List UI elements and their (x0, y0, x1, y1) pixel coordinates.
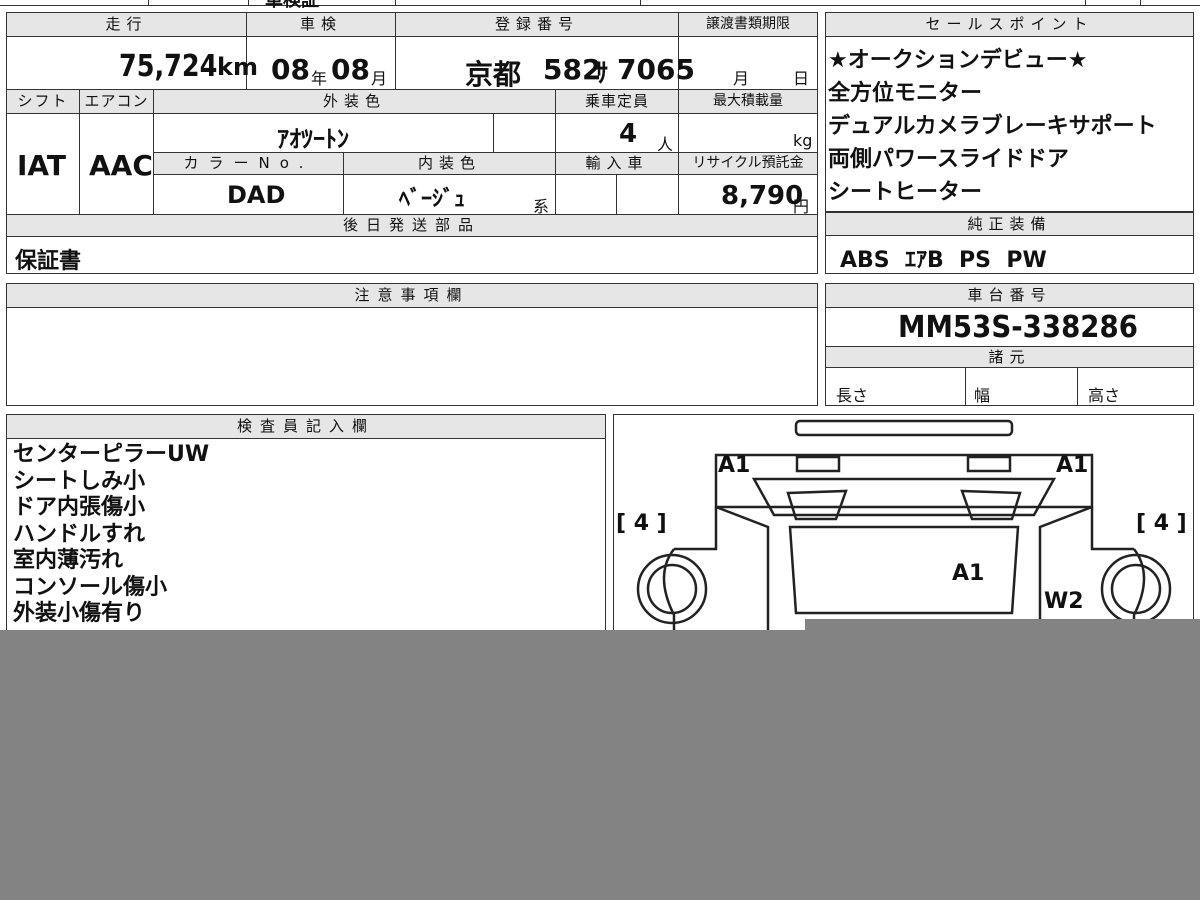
top-strip-text: 車検証 (265, 0, 319, 11)
mark-right-side: W2 (1044, 589, 1084, 614)
sales-point-item: デュアルカメラブレーキサポート (828, 114, 1157, 139)
transfer-month-unit: 月 (733, 69, 750, 88)
mark-tire-right: [ 4 ] (1136, 511, 1187, 536)
genuine-equipment-value: ABS ｴｱB PS PW (840, 248, 1047, 273)
capacity-value: 4 (619, 119, 638, 149)
recycle-fee-label: リサイクル預託金 (679, 153, 817, 175)
aircon-value: AAC (89, 149, 153, 182)
sales-points-label: セールスポイント (826, 13, 1193, 37)
registration-region: 京都 (465, 58, 522, 91)
later-parts-label: 後日発送部品 (7, 215, 817, 237)
mileage-value: 75,724 (119, 49, 218, 84)
main-table: 走行 車検 登録番号 譲渡書類期限 75,724 km 08 年 08 月 京都… (6, 12, 818, 274)
sales-points-box: セールスポイント ★オークションデビュー★ 全方位モニター デュアルカメラブレー… (825, 12, 1194, 212)
notes-label: 注意事項欄 (7, 284, 817, 308)
inspection-year-unit: 年 (311, 69, 328, 88)
mark-front-left: A1 (718, 453, 751, 478)
specs-label: 諸元 (826, 346, 1193, 368)
mark-hood: A1 (952, 561, 985, 586)
car-diagram-box: A1 A1 A1 W2 [ 4 ] [ 4 ] (613, 414, 1194, 654)
shift-label: シフト (7, 90, 80, 114)
notes-box: 注意事項欄 (6, 283, 818, 406)
car-diagram-svg (636, 419, 1172, 653)
inspector-notes-list: センターピラーUW シートしみ小 ドア内張傷小 ハンドルすれ 室内薄汚れ コンソ… (13, 442, 603, 628)
inspection-label: 車検 (247, 13, 396, 37)
max-load-label: 最大積載量 (679, 90, 817, 114)
recycle-fee-value: 8,790 (721, 181, 804, 211)
color-no-value: DAD (227, 181, 286, 209)
registration-number: 582 (543, 53, 602, 86)
shift-value: IAT (17, 149, 67, 182)
transfer-day-unit: 日 (793, 69, 810, 88)
inspector-notes-box: 検査員記入欄 センターピラーUW シートしみ小 ドア内張傷小 ハンドルすれ 室内… (6, 414, 606, 654)
max-load-unit: kg (793, 131, 813, 150)
inspector-note-line: ドア内張傷小 (13, 495, 146, 520)
exterior-color-value: ｱｵﾂｰﾄﾝ (277, 125, 349, 153)
mileage-label: 走行 (7, 13, 247, 37)
transfer-deadline-label: 譲渡書類期限 (679, 13, 817, 37)
color-no-label: カラーNo. (154, 153, 344, 175)
interior-color-value: ﾍﾞｰｼﾞｭ (399, 187, 466, 212)
interior-color-label: 内装色 (344, 153, 556, 175)
spec-height: 高さ (1088, 386, 1121, 405)
registration-label: 登録番号 (396, 13, 679, 37)
import-label: 輸入車 (556, 153, 679, 175)
capacity-label: 乗車定員 (556, 90, 679, 114)
top-strip: 車検証 (0, 0, 1200, 11)
chassis-box: 車台番号 MM53S-338286 諸元 長さ 幅 高さ (825, 283, 1194, 406)
spec-width: 幅 (974, 386, 991, 405)
mark-tire-left: [ 4 ] (616, 511, 667, 536)
inspection-month: 08 (331, 53, 370, 86)
aircon-label: エアコン (80, 90, 154, 114)
later-parts-value: 保証書 (15, 249, 82, 274)
genuine-equipment-label: 純正装備 (826, 212, 1193, 236)
inspector-notes-label: 検査員記入欄 (7, 415, 605, 439)
inspection-month-unit: 月 (371, 69, 388, 88)
inspector-note-line: シートしみ小 (13, 468, 146, 494)
registration-serial: 7065 (617, 53, 695, 86)
spec-length: 長さ (836, 386, 869, 405)
genuine-equipment-box: 純正装備 ABS ｴｱB PS PW (825, 212, 1194, 274)
inspector-note-line: 外装小傷有り (13, 601, 146, 626)
sales-point-item: 両側パワースライドドア (828, 147, 1069, 172)
inspector-note-line: 室内薄汚れ (13, 548, 124, 573)
chassis-number-label: 車台番号 (826, 284, 1193, 308)
sales-point-item: 全方位モニター (828, 81, 983, 106)
inspector-note-line: センターピラーUW (13, 442, 210, 467)
inspector-note-line: ハンドルすれ (13, 521, 146, 547)
exterior-color-label: 外装色 (154, 90, 556, 114)
registration-kana: ｻ (595, 59, 609, 89)
sales-points-list: ★オークションデビュー★ 全方位モニター デュアルカメラブレーキサポート 両側パ… (828, 44, 1190, 209)
mark-front-right: A1 (1056, 453, 1089, 478)
redaction-overlay (0, 630, 1200, 900)
inspection-year: 08 (271, 53, 310, 86)
sales-point-item: ★オークションデビュー★ (828, 48, 1088, 73)
chassis-number-value: MM53S-338286 (898, 310, 1138, 345)
sales-point-item: シートヒーター (828, 180, 983, 205)
inspector-note-line: コンソール傷小 (13, 574, 168, 600)
